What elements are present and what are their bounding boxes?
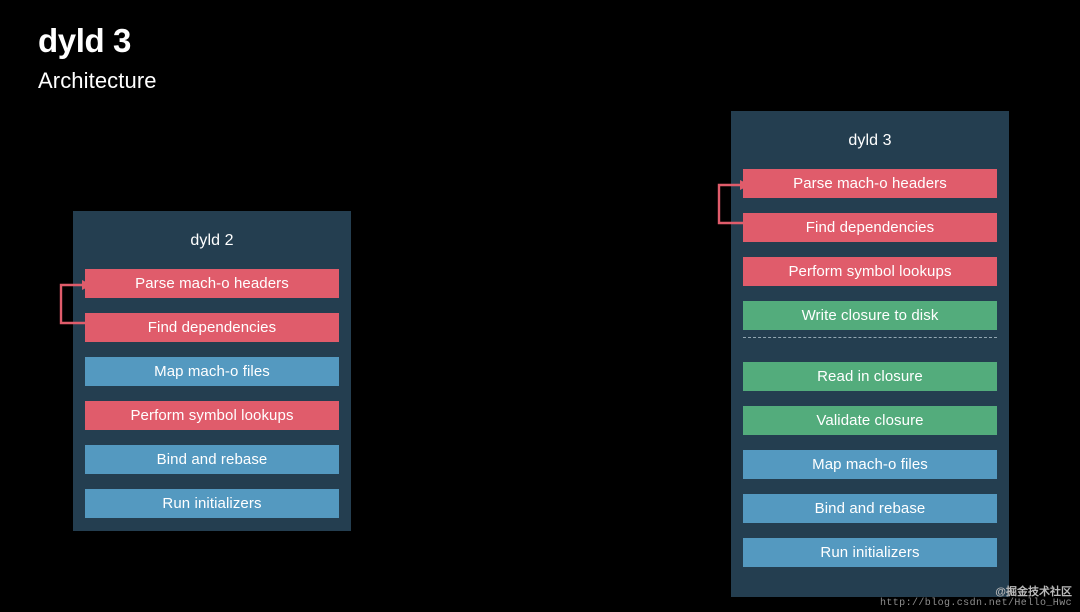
page-subtitle: Architecture	[38, 68, 157, 93]
step-bar: Run initializers	[743, 538, 997, 567]
step-bar: Map mach-o files	[85, 357, 339, 386]
step-list-dyld3: Parse mach-o headers Find dependencies Per…	[743, 169, 997, 567]
step-bar: Bind and rebase	[85, 445, 339, 474]
phase-divider	[743, 337, 997, 339]
step-bar: Parse mach-o headers	[743, 169, 997, 198]
step-bar: Map mach-o files	[743, 450, 997, 479]
step-bar: Find dependencies	[743, 213, 997, 242]
slide-heading: dyld 3 Architecture	[38, 20, 157, 96]
step-bar: Bind and rebase	[743, 494, 997, 523]
step-bar: Perform symbol lookups	[85, 401, 339, 430]
panel-title-dyld3: dyld 3	[848, 132, 892, 149]
step-bar: Write closure to disk	[743, 301, 997, 330]
step-bar: Find dependencies	[85, 313, 339, 342]
diagram-panel-dyld2: dyld 2 Parse mach-o headers Find dependen…	[73, 211, 351, 531]
page-title: dyld 3	[38, 22, 131, 59]
step-bar: Perform symbol lookups	[743, 257, 997, 286]
step-bar: Read in closure	[743, 362, 997, 391]
step-bar: Run initializers	[85, 489, 339, 518]
diagram-panel-dyld3: dyld 3 Parse mach-o headers Find dependen…	[731, 111, 1009, 597]
panel-title-dyld2: dyld 2	[190, 232, 234, 249]
step-bar: Parse mach-o headers	[85, 269, 339, 298]
watermark: @掘金技术社区 http://blog.csdn.net/Hello_Hwc	[880, 586, 1072, 610]
step-list-dyld2: Parse mach-o headers Find dependencies Map…	[85, 269, 339, 518]
step-bar: Validate closure	[743, 406, 997, 435]
watermark-handle: @掘金技术社区	[995, 586, 1072, 598]
watermark-url: http://blog.csdn.net/Hello_Hwc	[879, 598, 1072, 609]
